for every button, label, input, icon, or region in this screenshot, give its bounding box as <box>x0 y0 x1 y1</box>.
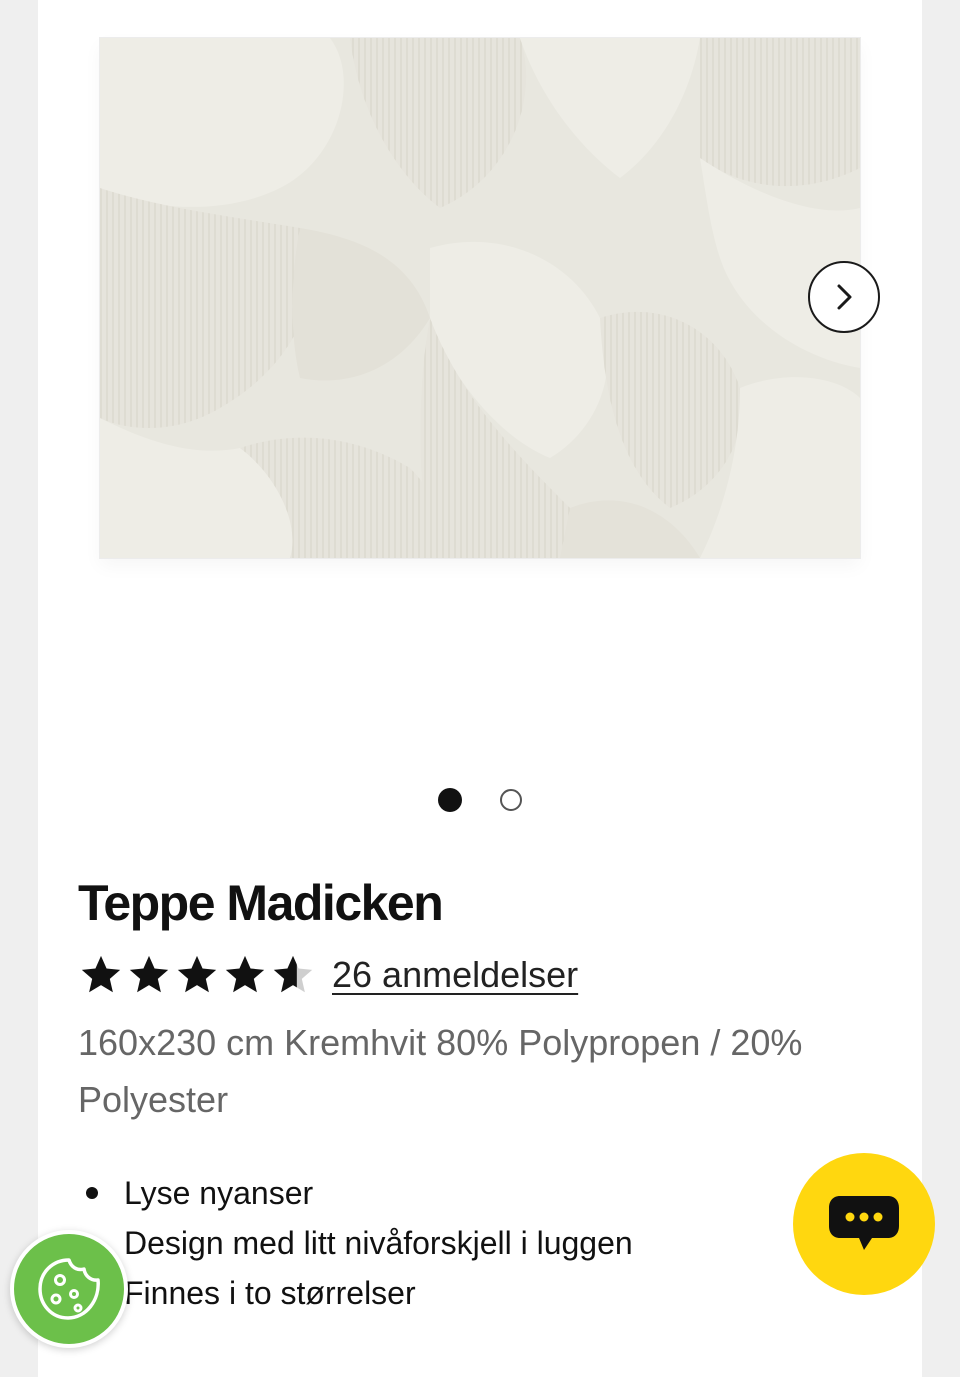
product-card: Teppe Madicken 26 anmeldelser 160x230 cm… <box>38 0 922 1377</box>
next-image-button[interactable] <box>808 261 880 333</box>
star-rating <box>78 952 316 998</box>
product-description: 160x230 cm Kremhvit 80% Polypropen / 20%… <box>78 1022 803 1120</box>
cookie-icon <box>38 1258 100 1320</box>
gallery-pagination <box>38 788 922 814</box>
feature-list: Lyse nyanser Design med litt nivåforskje… <box>78 1168 633 1318</box>
star-icon <box>177 955 217 993</box>
reviews-link[interactable]: 26 anmeldelser <box>332 954 578 996</box>
cookie-settings-button[interactable] <box>10 1230 128 1348</box>
product-rating: 26 anmeldelser <box>78 946 578 1004</box>
half-star-icon <box>273 955 313 993</box>
chat-bubble-icon <box>829 1196 899 1250</box>
list-item: Design med litt nivåforskjell i luggen <box>124 1225 633 1261</box>
star-icon <box>129 955 169 993</box>
chevron-right-icon <box>837 284 852 310</box>
pagination-dot-1[interactable] <box>438 788 462 812</box>
product-title: Teppe Madicken <box>78 875 444 931</box>
chat-button[interactable] <box>793 1153 935 1295</box>
list-item: Lyse nyanser <box>78 1168 633 1218</box>
star-icon <box>81 955 121 993</box>
star-icon <box>225 955 265 993</box>
image-gallery <box>38 0 922 760</box>
list-item: Finnes i to størrelser <box>124 1275 416 1311</box>
pagination-dot-2[interactable] <box>500 789 522 811</box>
rug-image[interactable] <box>100 38 860 558</box>
